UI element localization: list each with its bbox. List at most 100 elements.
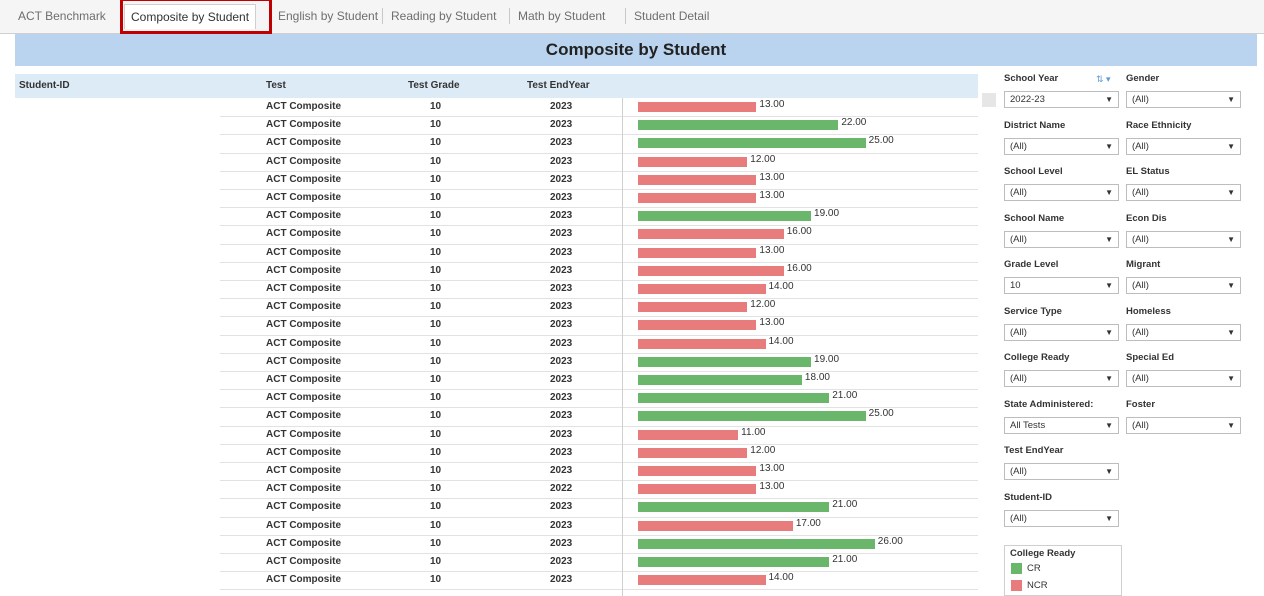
composite-score-bar[interactable]	[638, 502, 830, 513]
table-row[interactable]: ACT Composite 10 2023 25.00	[220, 407, 978, 427]
filter-dropdown-school-level[interactable]: (All) ▼	[1004, 184, 1119, 201]
bar-value-label: 13.00	[759, 463, 785, 475]
filter-dropdown-state-administered[interactable]: All Tests ▼	[1004, 416, 1119, 434]
tab-english-by-student[interactable]: English by Student	[272, 4, 384, 28]
filter-label-district-name: District Name	[1004, 119, 1066, 131]
composite-score-bar[interactable]	[638, 356, 812, 367]
filter-dropdown-homeless[interactable]: (All) ▼	[1126, 323, 1241, 341]
table-row[interactable]: ACT Composite 10 2023 21.00	[220, 389, 978, 409]
filter-dropdown-race-ethnicity[interactable]: (All) ▼	[1126, 137, 1241, 155]
table-row[interactable]: ACT Composite 10 2023 17.00	[220, 517, 978, 536]
sort-filter-icon[interactable]: ⇅ ▾	[1096, 74, 1111, 85]
composite-score-bar[interactable]	[638, 302, 748, 313]
test-grade-cell: 10	[430, 392, 442, 404]
table-row[interactable]: ACT Composite 10 2023 19.00	[220, 353, 978, 372]
composite-score-bar[interactable]	[638, 484, 757, 495]
filter-label-student-id: Student-ID	[1004, 491, 1053, 503]
table-row[interactable]: ACT Composite 10 2023 19.00	[220, 207, 978, 227]
filter-label-school-year: School Year	[1004, 73, 1059, 84]
column-header-test-grade[interactable]: Test Grade	[408, 74, 460, 98]
tab-composite-by-student[interactable]: Composite by Student	[124, 4, 257, 29]
composite-score-bar[interactable]	[638, 338, 766, 349]
column-header-test[interactable]: Test	[266, 74, 286, 98]
composite-score-bar[interactable]	[638, 411, 866, 422]
test-cell: ACT Composite	[266, 119, 341, 131]
filter-dropdown-school-year[interactable]: 2022-23 ▼	[1004, 91, 1119, 108]
table-row[interactable]: ACT Composite 10 2023 13.00	[220, 244, 978, 263]
table-row[interactable]: ACT Composite 10 2023 12.00	[220, 444, 978, 463]
table-row[interactable]: ACT Composite 10 2023 11.00	[220, 426, 978, 445]
composite-score-bar[interactable]	[638, 429, 739, 440]
table-row[interactable]: ACT Composite 10 2023 18.00	[220, 371, 978, 391]
table-row[interactable]: ACT Composite 10 2023 13.00	[220, 98, 978, 118]
composite-score-bar[interactable]	[638, 466, 757, 477]
test-endyear-cell: 2023	[550, 246, 573, 258]
composite-score-bar[interactable]	[638, 102, 757, 113]
table-row[interactable]: ACT Composite 10 2023 16.00	[220, 262, 978, 281]
table-row[interactable]: ACT Composite 10 2023 22.00	[220, 116, 978, 136]
table-row[interactable]: ACT Composite 10 2023 13.00	[220, 316, 978, 336]
table-row[interactable]: ACT Composite 10 2023 12.00	[220, 153, 978, 172]
composite-score-bar[interactable]	[638, 284, 766, 295]
table-row[interactable]: ACT Composite 10 2023 12.00	[220, 298, 978, 318]
composite-score-bar[interactable]	[638, 265, 784, 276]
composite-score-bar[interactable]	[638, 174, 757, 185]
table-row[interactable]: ACT Composite 10 2023 21.00	[220, 498, 978, 518]
filter-dropdown-service-type[interactable]: (All) ▼	[1004, 323, 1119, 341]
composite-score-bar[interactable]	[638, 247, 757, 258]
filter-dropdown-gender[interactable]: (All) ▼	[1126, 91, 1241, 108]
column-header-test-endyear[interactable]: Test EndYear	[527, 74, 590, 98]
table-row[interactable]: ACT Composite 10 2023 13.00	[220, 171, 978, 190]
test-grade-cell: 10	[430, 519, 442, 531]
test-grade-cell: 10	[430, 355, 442, 367]
composite-score-bar[interactable]	[638, 193, 757, 204]
chevron-down-icon: ▼	[1227, 95, 1235, 104]
tab-student-detail[interactable]: Student Detail	[628, 4, 715, 28]
filter-dropdown-foster[interactable]: (All) ▼	[1126, 416, 1241, 434]
composite-score-bar[interactable]	[638, 557, 830, 568]
filter-dropdown-econ-dis[interactable]: (All) ▼	[1126, 230, 1241, 248]
composite-score-bar[interactable]	[638, 138, 866, 149]
table-row[interactable]: ACT Composite 10 2022 13.00	[220, 480, 978, 500]
filter-dropdown-test-endyear[interactable]: (All) ▼	[1004, 463, 1119, 480]
table-row[interactable]: ACT Composite 10 2023 26.00	[220, 535, 978, 554]
composite-score-bar[interactable]	[638, 375, 802, 386]
filter-dropdown-special-ed[interactable]: (All) ▼	[1126, 370, 1241, 387]
filter-dropdown-migrant[interactable]: (All) ▼	[1126, 277, 1241, 294]
filter-dropdown-el-status[interactable]: (All) ▼	[1126, 184, 1241, 201]
filter-dropdown-district-name[interactable]: (All) ▼	[1004, 137, 1119, 155]
legend-label-cr[interactable]: CR	[1027, 563, 1041, 574]
composite-score-bar[interactable]	[638, 229, 784, 240]
tab-math-by-student[interactable]: Math by Student	[512, 4, 611, 28]
composite-score-bar[interactable]	[638, 120, 839, 131]
composite-score-bar[interactable]	[638, 156, 748, 167]
table-row[interactable]: ACT Composite 10 2023 16.00	[220, 225, 978, 245]
filter-dropdown-student-id[interactable]: (All) ▼	[1004, 509, 1119, 527]
table-row[interactable]: ACT Composite 10 2023 21.00	[220, 553, 978, 573]
composite-score-bar[interactable]	[638, 320, 757, 331]
table-row[interactable]: ACT Composite 10 2023 13.00	[220, 462, 978, 482]
column-header-student-id[interactable]: Student-ID	[19, 74, 70, 98]
table-row[interactable]: ACT Composite 10 2023 13.00	[220, 189, 978, 209]
filter-dropdown-grade-level[interactable]: 10 ▼	[1004, 277, 1119, 294]
table-row[interactable]: ACT Composite 10 2023 25.00	[220, 134, 978, 154]
filter-dropdown-college-ready[interactable]: (All) ▼	[1004, 370, 1119, 387]
filter-dropdown-school-name[interactable]: (All) ▼	[1004, 230, 1119, 248]
composite-score-bar[interactable]	[638, 211, 812, 222]
test-cell: ACT Composite	[266, 355, 341, 367]
table-row[interactable]: ACT Composite 10 2023 14.00	[220, 335, 978, 354]
composite-score-bar[interactable]	[638, 575, 766, 586]
test-grade-cell: 10	[430, 446, 442, 458]
table-row[interactable]: ACT Composite 10 2023 14.00	[220, 571, 978, 591]
composite-score-bar[interactable]	[638, 393, 830, 404]
composite-score-bar[interactable]	[638, 538, 875, 549]
tab-reading-by-student[interactable]: Reading by Student	[385, 4, 502, 28]
composite-score-bar[interactable]	[638, 520, 793, 531]
test-endyear-cell: 2023	[550, 319, 573, 331]
test-endyear-cell: 2023	[550, 119, 573, 131]
test-grade-cell: 10	[430, 556, 442, 567]
table-row[interactable]: ACT Composite 10 2023 14.00	[220, 280, 978, 300]
tab-act-benchmark[interactable]: ACT Benchmark	[12, 4, 112, 28]
composite-score-bar[interactable]	[638, 447, 748, 458]
legend-label-ncr[interactable]: NCR	[1027, 580, 1048, 591]
